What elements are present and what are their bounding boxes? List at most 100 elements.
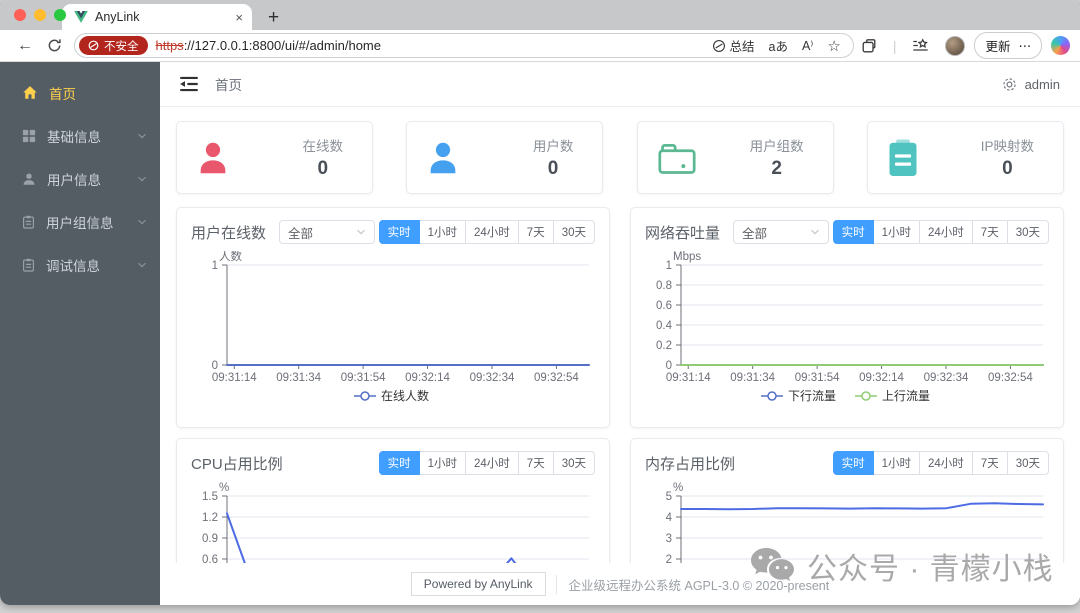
update-button[interactable]: 更新 ⋯	[974, 32, 1042, 59]
sidebar-item[interactable]: 基础信息	[0, 114, 160, 157]
panel-header: 用户在线数 全部 实时 1小时 24小时 7天 30天	[191, 219, 595, 245]
stat-meta: 用户数 0	[533, 135, 574, 180]
time-filter-group: 实时 1小时 24小时 7天 30天	[378, 220, 595, 244]
chevron-down-icon	[137, 174, 147, 184]
svg-text:1.5: 1.5	[202, 491, 218, 503]
sidebar-item[interactable]: 用户组信息	[0, 200, 160, 243]
panel-header: 内存占用比例 实时 1小时 24小时 7天 30天	[645, 450, 1049, 476]
time-filter-button[interactable]: 实时	[832, 220, 874, 244]
time-filter-button[interactable]: 7天	[971, 451, 1008, 475]
chevron-down-icon	[810, 227, 820, 237]
time-filter-button[interactable]: 1小时	[418, 220, 466, 244]
svg-text:4: 4	[666, 512, 673, 524]
sidebar-item[interactable]: 调试信息	[0, 243, 160, 286]
time-filter-button[interactable]: 7天	[517, 220, 554, 244]
sidebar-item[interactable]: 首页	[0, 71, 160, 114]
browser-actions: | 更新 ⋯	[854, 32, 1070, 59]
time-filter-button[interactable]: 1小时	[872, 451, 920, 475]
svg-text:09:31:34: 09:31:34	[730, 372, 775, 384]
svg-text:09:31:14: 09:31:14	[666, 372, 711, 384]
svg-text:0.4: 0.4	[656, 320, 673, 332]
time-filter-button[interactable]: 30天	[1006, 220, 1049, 244]
menu-fold-icon[interactable]	[180, 76, 198, 92]
url-rest: ://127.0.0.1:8800/ui/#/admin/home	[183, 38, 381, 53]
svg-text:人数: 人数	[219, 251, 242, 263]
stat-meta: 用户组数 2	[750, 135, 804, 180]
address-actions: 总结 aあ A⁾ ☆	[712, 36, 841, 55]
stat-label: 用户数	[532, 139, 574, 154]
select-value: 全部	[742, 226, 768, 241]
time-filter-button[interactable]: 7天	[971, 220, 1008, 244]
new-tab-button[interactable]: +	[268, 8, 279, 27]
time-filter-button[interactable]: 实时	[378, 220, 420, 244]
svg-text:1: 1	[666, 260, 672, 272]
time-filter-button[interactable]: 30天	[552, 220, 595, 244]
footer: Powered by AnyLink 企业级远程办公系统 AGPL-3.0 © …	[160, 563, 1080, 605]
user-icon	[22, 172, 36, 186]
vue-logo-icon	[74, 11, 88, 23]
svg-text:0: 0	[666, 360, 672, 372]
time-filter-button[interactable]: 24小时	[465, 451, 519, 475]
browser-window: AnyLink × + ← 不安全 https://127.0.0.1:8800…	[0, 0, 1080, 605]
stats-row: 在线数 0 用户数 0 用户组数 2 IP映射数 0	[176, 121, 1064, 194]
dashboard-content: 在线数 0 用户数 0 用户组数 2 IP映射数 0 用户在线数 全部 实时 1…	[160, 107, 1080, 605]
stat-card: 在线数 0	[176, 121, 373, 194]
stat-label: 在线数	[302, 139, 344, 154]
main-header: 首页 admin	[160, 62, 1080, 107]
time-filter-button[interactable]: 24小时	[465, 220, 519, 244]
sidebar-item-label: 用户信息	[47, 172, 101, 188]
user-name: admin	[1024, 76, 1060, 92]
panel-title: 内存占用比例	[645, 455, 736, 473]
more-menu-icon[interactable]: ⋯	[1019, 38, 1032, 53]
close-window-button[interactable]	[14, 9, 26, 21]
time-filter-button[interactable]: 实时	[832, 451, 874, 475]
read-aloud-button[interactable]: A⁾	[802, 38, 813, 53]
summarize-button[interactable]: 总结	[712, 36, 755, 55]
panel-title: 用户在线数	[191, 224, 267, 242]
svg-text:3: 3	[666, 533, 672, 545]
time-filter-button[interactable]: 1小时	[418, 451, 466, 475]
footer-text: 企业级远程办公系统 AGPL-3.0 © 2020-present	[555, 574, 829, 594]
reload-icon[interactable]	[47, 38, 62, 53]
user-menu[interactable]: admin	[1002, 77, 1060, 92]
time-filter-button[interactable]: 24小时	[919, 451, 973, 475]
svg-text:09:31:54: 09:31:54	[341, 372, 386, 384]
person-icon	[194, 139, 232, 177]
time-filter-button[interactable]: 24小时	[919, 220, 973, 244]
zoom-window-button[interactable]	[54, 9, 66, 21]
chevron-down-icon	[137, 260, 147, 270]
tab-close-icon[interactable]: ×	[235, 10, 243, 25]
sidebar-item[interactable]: 用户信息	[0, 157, 160, 200]
favorite-star-icon[interactable]: ☆	[827, 37, 840, 55]
address-bar[interactable]: 不安全 https://127.0.0.1:8800/ui/#/admin/ho…	[74, 33, 854, 58]
time-filter-group: 实时 1小时 24小时 7天 30天	[832, 220, 1049, 244]
minimize-window-button[interactable]	[34, 9, 46, 21]
collections-icon[interactable]	[861, 38, 877, 54]
not-secure-badge[interactable]: 不安全	[79, 36, 148, 55]
favorites-icon[interactable]	[912, 38, 929, 53]
filter-select[interactable]: 全部	[733, 220, 830, 244]
svg-text:0.8: 0.8	[656, 280, 672, 292]
browser-tab[interactable]: AnyLink ×	[62, 4, 252, 30]
desktop: AnyLink × + ← 不安全 https://127.0.0.1:8800…	[0, 0, 1080, 613]
chart-panel: 用户在线数 全部 实时 1小时 24小时 7天 30天 人数 1 0 09:31:14 09:3…	[176, 207, 610, 428]
time-filter-button[interactable]: 实时	[378, 451, 420, 475]
not-secure-label: 不安全	[104, 40, 139, 53]
svg-text:上行流量: 上行流量	[882, 389, 930, 403]
back-icon[interactable]: ←	[17, 37, 33, 55]
chevron-down-icon	[137, 131, 147, 141]
time-filter-button[interactable]: 1小时	[872, 220, 920, 244]
time-filter-button[interactable]: 30天	[1006, 451, 1049, 475]
filter-select[interactable]: 全部	[279, 220, 376, 244]
time-filter-button[interactable]: 7天	[517, 451, 554, 475]
svg-text:%: %	[219, 482, 229, 494]
sidebar-menu: 首页 基础信息 用户信息 用户组信息 调试信息	[0, 71, 160, 286]
profile-avatar[interactable]	[945, 35, 966, 56]
panel-title: CPU占用比例	[191, 455, 283, 473]
copilot-icon[interactable]	[1051, 36, 1070, 55]
stat-value: 0	[547, 158, 559, 179]
svg-text:09:31:14: 09:31:14	[212, 372, 257, 384]
time-filter-button[interactable]: 30天	[552, 451, 595, 475]
update-label: 更新	[985, 40, 1011, 54]
translate-button[interactable]: aあ	[769, 36, 788, 55]
